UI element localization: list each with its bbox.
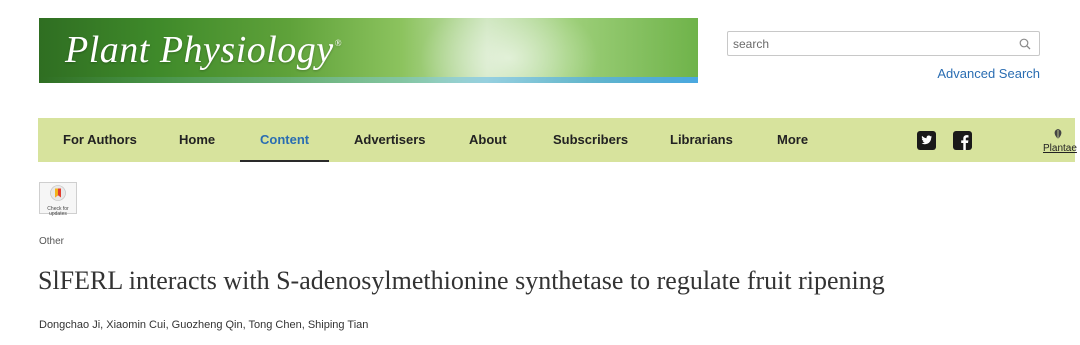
nav-item-advertisers[interactable]: Advertisers (354, 118, 426, 162)
twitter-icon[interactable] (917, 131, 936, 150)
nav-item-home[interactable]: Home (179, 118, 215, 162)
nav-item-for-authors[interactable]: For Authors (63, 118, 137, 162)
facebook-icon[interactable] (953, 131, 972, 150)
nav-item-librarians[interactable]: Librarians (670, 118, 733, 162)
journal-title: Plant Physiology (65, 29, 334, 71)
trademark: ® (334, 38, 343, 48)
check-for-updates-badge[interactable]: Check for updates (39, 182, 77, 217)
article-title: SlFERL interacts with S-adenosylmethioni… (38, 266, 885, 295)
article-authors: Dongchao Ji, Xiaomin Cui, Guozheng Qin, … (39, 319, 369, 331)
plantae-link[interactable]: Plantae (1043, 127, 1077, 154)
nav-item-content[interactable]: Content (239, 118, 330, 162)
main-nav: For Authors Home Content Advertisers Abo… (38, 118, 1077, 162)
article-type: Other (39, 236, 65, 247)
search-icon[interactable] (1019, 38, 1031, 50)
journal-logo: Plant Physiology® (65, 28, 343, 72)
leaf-icon (1054, 129, 1062, 139)
plantae-label: Plantae (1043, 143, 1077, 154)
journal-banner[interactable]: Plant Physiology® (39, 18, 698, 83)
search-box (727, 31, 1040, 56)
check-for-updates-label: Check for updates (47, 206, 69, 217)
bookmark-icon (50, 185, 66, 201)
nav-item-about[interactable]: About (469, 118, 507, 162)
search-input[interactable] (728, 32, 1008, 55)
nav-item-more[interactable]: More (777, 118, 808, 162)
advanced-search-link[interactable]: Advanced Search (937, 66, 1040, 81)
nav-item-subscribers[interactable]: Subscribers (553, 118, 628, 162)
